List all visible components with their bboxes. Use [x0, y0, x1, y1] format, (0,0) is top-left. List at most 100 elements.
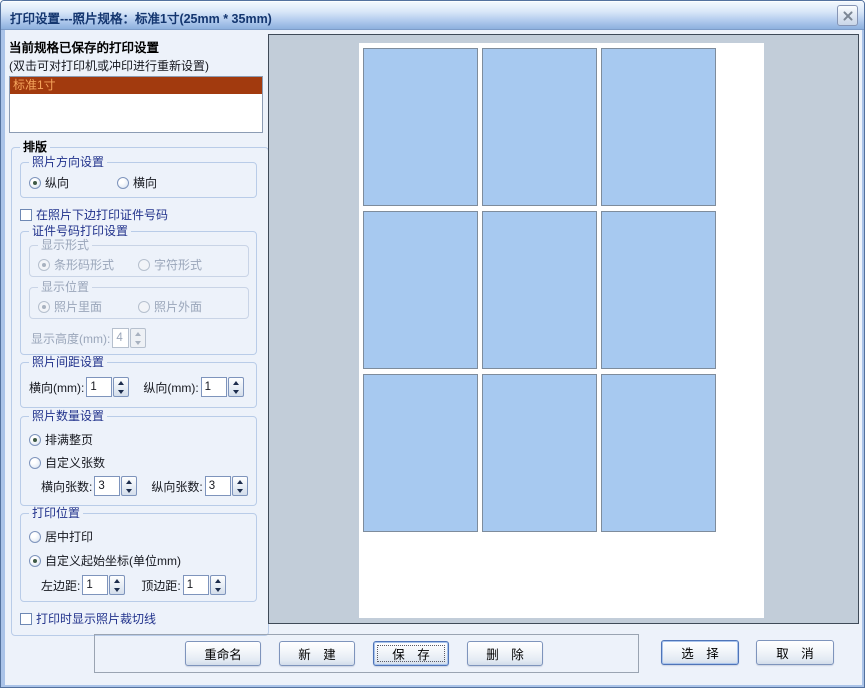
left-margin-spin-buttons [109, 575, 125, 595]
margin-spinners-row: 左边距: 1 顶边距: 1 [29, 575, 248, 595]
arrow-up-icon [237, 480, 243, 484]
radio-button-icon [117, 177, 129, 189]
v-spacing-label: 纵向(mm): [143, 379, 198, 396]
arrow-up-icon [126, 480, 132, 484]
id-number-print-settings-group: 证件号码打印设置 显示形式 条形码形式 字符形式 [20, 231, 257, 355]
photo-cell [363, 374, 478, 532]
count-spinners-row: 横向张数: 3 纵向张数: 3 [29, 476, 248, 496]
radio-center-print[interactable]: 居中打印 [29, 528, 93, 545]
close-icon [842, 10, 854, 22]
save-button[interactable]: 保 存 [373, 641, 449, 666]
saved-settings-note: (双击可对打印机或冲印进行重新设置) [9, 57, 266, 74]
layout-group: 排版 照片方向设置 纵向 横向 [11, 147, 269, 636]
spin-down-button[interactable] [229, 387, 243, 396]
radio-button-icon [138, 259, 150, 271]
spin-down-button[interactable] [114, 387, 128, 396]
radio-landscape-label: 横向 [133, 174, 157, 191]
photo-quantity-caption: 照片数量设置 [29, 409, 107, 423]
spin-down-button[interactable] [122, 486, 136, 495]
radio-button-icon [29, 555, 41, 567]
print-preview-panel [268, 34, 859, 624]
spin-up-button[interactable] [233, 477, 247, 486]
spin-up-button [131, 329, 145, 338]
v-spacing-input[interactable]: 1 [201, 377, 227, 397]
cancel-button[interactable]: 取 消 [756, 640, 834, 665]
display-height-label: 显示高度(mm): [31, 330, 110, 347]
spin-up-button[interactable] [110, 576, 124, 585]
select-button[interactable]: 选 择 [661, 640, 739, 665]
radio-custom-origin-label: 自定义起始坐标(单位mm) [45, 552, 181, 569]
spin-down-button[interactable] [110, 585, 124, 594]
display-position-group: 显示位置 照片里面 照片外面 [29, 287, 249, 319]
top-margin-input[interactable]: 1 [183, 575, 209, 595]
radio-landscape[interactable]: 横向 [117, 174, 157, 191]
checkbox-print-id-number[interactable]: 在照片下边打印证件号码 [20, 206, 168, 223]
spin-up-button[interactable] [211, 576, 225, 585]
saved-settings-list[interactable]: 标准1寸 [9, 76, 263, 133]
checkbox-crop-lines-label: 打印时显示照片裁切线 [36, 610, 156, 627]
top-margin-spinner: 1 [183, 575, 226, 595]
close-button[interactable] [837, 5, 858, 26]
left-margin-label: 左边距: [41, 577, 80, 594]
radio-character-form: 字符形式 [138, 256, 202, 273]
arrow-up-icon [135, 332, 141, 336]
arrow-down-icon [215, 588, 221, 592]
radio-fill-page[interactable]: 排满整页 [29, 431, 93, 448]
title-bar[interactable]: 打印设置---照片规格：标准1寸(25mm * 35mm) [1, 1, 864, 30]
saved-settings-heading: 当前规格已保存的打印设置 [9, 37, 266, 56]
checkbox-crop-lines[interactable]: 打印时显示照片裁切线 [20, 610, 156, 627]
list-item[interactable]: 标准1寸 [10, 77, 262, 94]
rename-button[interactable]: 重命名 [185, 641, 261, 666]
v-count-input[interactable]: 3 [205, 476, 231, 496]
spin-up-button[interactable] [114, 378, 128, 387]
preview-page [359, 43, 764, 618]
spin-down-button[interactable] [211, 585, 225, 594]
radio-center-print-label: 居中打印 [45, 528, 93, 545]
photo-cell [363, 48, 478, 206]
spin-up-button[interactable] [229, 378, 243, 387]
display-form-caption: 显示形式 [38, 238, 92, 252]
radio-button-icon [138, 301, 150, 313]
preview-photo-grid [363, 48, 716, 532]
display-position-caption: 显示位置 [38, 280, 92, 294]
left-margin-input[interactable]: 1 [82, 575, 108, 595]
arrow-down-icon [126, 489, 132, 493]
delete-button[interactable]: 删 除 [467, 641, 543, 666]
new-button[interactable]: 新 建 [279, 641, 355, 666]
radio-custom-origin[interactable]: 自定义起始坐标(单位mm) [29, 552, 181, 569]
checkbox-icon [20, 613, 32, 625]
spin-down-button [131, 338, 145, 347]
radio-button-icon [29, 177, 41, 189]
arrow-up-icon [114, 579, 120, 583]
radio-button-icon [38, 259, 50, 271]
spin-down-button[interactable] [233, 486, 247, 495]
v-count-label: 纵向张数: [151, 478, 202, 495]
radio-custom-count[interactable]: 自定义张数 [29, 454, 105, 471]
radio-button-icon [38, 301, 50, 313]
arrow-up-icon [215, 579, 221, 583]
photo-quantity-group: 照片数量设置 排满整页 自定义张数 横向张数: [20, 416, 257, 506]
photo-cell [363, 211, 478, 369]
radio-button-icon [29, 457, 41, 469]
radio-portrait[interactable]: 纵向 [29, 174, 117, 191]
checkbox-icon [20, 209, 32, 221]
photo-cell [482, 48, 597, 206]
photo-cell [601, 48, 716, 206]
h-spacing-spin-buttons [113, 377, 129, 397]
id-settings-caption: 证件号码打印设置 [29, 224, 131, 238]
radio-inside-label: 照片里面 [54, 298, 102, 315]
spin-up-button[interactable] [122, 477, 136, 486]
center-print-row: 居中打印 [29, 528, 248, 545]
h-count-spin-buttons [121, 476, 137, 496]
settings-panel: 当前规格已保存的打印设置 (双击可对打印机或冲印进行重新设置) 标准1寸 排版 … [7, 35, 266, 636]
custom-origin-row: 自定义起始坐标(单位mm) [29, 552, 248, 569]
arrow-down-icon [118, 390, 124, 394]
h-spacing-input[interactable]: 1 [86, 377, 112, 397]
fill-page-row: 排满整页 [29, 431, 248, 448]
radio-custom-count-label: 自定义张数 [45, 454, 105, 471]
h-spacing-spinner: 1 [86, 377, 129, 397]
radio-barcode-label: 条形码形式 [54, 256, 114, 273]
radio-outside-label: 照片外面 [154, 298, 202, 315]
custom-count-row: 自定义张数 [29, 454, 248, 471]
h-count-input[interactable]: 3 [94, 476, 120, 496]
